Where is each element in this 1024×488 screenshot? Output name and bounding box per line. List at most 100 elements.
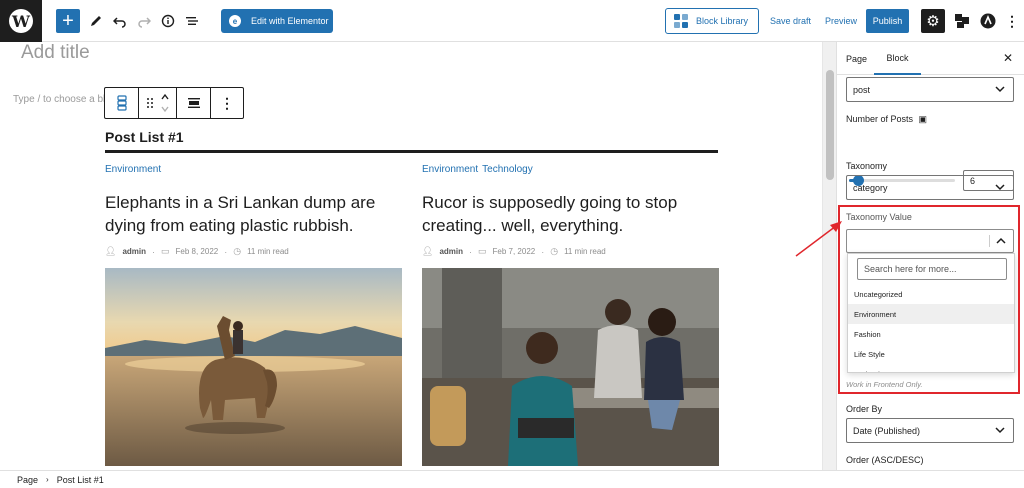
order-label: Order (ASC/DESC) (846, 455, 924, 465)
order-by-label: Order By (846, 404, 883, 414)
desktop-icon: ▣ (918, 114, 928, 124)
block-inserter-button[interactable]: + (56, 9, 80, 33)
plugin-button[interactable] (976, 9, 1000, 33)
post-list-heading: Post List #1 (105, 129, 184, 145)
post-thumbnail-students[interactable] (422, 268, 719, 466)
number-of-posts-text: Number of Posts (846, 114, 914, 124)
taxonomy-value: category (853, 182, 888, 193)
tab-block[interactable]: Block (874, 42, 921, 75)
post-author[interactable]: admin (439, 247, 463, 256)
separator-dot: · (152, 246, 155, 257)
block-options-button[interactable]: ⋮ (211, 88, 243, 118)
post-list-block-icon (116, 95, 127, 111)
edit-with-elementor-button[interactable]: e Edit with Elementor (221, 9, 333, 33)
order-by-value: Date (Published) (853, 425, 921, 436)
canvas-scrollbar[interactable] (822, 42, 836, 470)
post-title[interactable]: Rucor is supposedly going to stop creati… (422, 191, 712, 237)
undo-icon (113, 17, 126, 28)
post-meta: 👤︎ admin · ▭ Feb 8, 2022 · ◷ 11 min read (105, 246, 402, 257)
elephant-photo (105, 268, 402, 466)
more-vertical-icon: ⋮ (1005, 12, 1019, 29)
calendar-icon: ▭ (161, 246, 170, 256)
calendar-icon: ▭ (478, 246, 487, 256)
post-date: Feb 7, 2022 (492, 247, 536, 256)
order-by-select[interactable]: Date (Published) (846, 418, 1014, 443)
post-title[interactable]: Elephants in a Sri Lankan dump are dying… (105, 191, 395, 237)
heading-divider (105, 150, 718, 153)
post-read-time: 11 min read (247, 247, 289, 256)
pencil-icon (91, 16, 101, 26)
post-categories: Environment Technology (422, 164, 719, 178)
elementor-templates-button[interactable] (950, 9, 974, 33)
post-card: Environment Elephants in a Sri Lankan du… (105, 164, 402, 257)
students-photo (422, 268, 719, 466)
user-icon: 👤︎ (422, 246, 434, 256)
redo-button[interactable] (132, 9, 156, 33)
category-link[interactable]: Technology (482, 164, 533, 175)
plus-icon: + (62, 10, 74, 32)
block-library-label: Block Library (696, 16, 749, 26)
post-date: Feb 8, 2022 (175, 247, 219, 256)
edit-with-elementor-label: Edit with Elementor (251, 16, 329, 26)
separator-dot: · (224, 246, 228, 257)
redo-icon (138, 17, 151, 28)
undo-button[interactable] (108, 9, 132, 33)
user-icon: 👤︎ (105, 246, 117, 256)
tools-button[interactable] (84, 9, 108, 33)
block-type-button[interactable] (105, 88, 139, 118)
wordpress-logo-button[interactable]: W (0, 0, 42, 42)
editor-canvas: Add title Type / to choose a block ⋮ Pos… (0, 42, 822, 470)
move-up-down-icon[interactable] (160, 92, 170, 114)
block-library-icon (674, 14, 688, 28)
block-hint: Type / to choose a block (13, 94, 105, 105)
post-card: Environment Technology Rucor is supposedl… (422, 164, 719, 257)
post-meta: 👤︎ admin · ▭ Feb 7, 2022 · ◷ 11 min read (422, 246, 719, 257)
preview-link[interactable]: Preview (825, 16, 857, 26)
align-wide-icon (187, 98, 200, 108)
post-read-time: 11 min read (564, 247, 606, 256)
clock-icon: ◷ (233, 246, 242, 256)
breadcrumb-page[interactable]: Page (17, 475, 38, 485)
save-draft-link[interactable]: Save draft (770, 16, 811, 26)
info-icon (161, 14, 175, 28)
list-view-button[interactable] (180, 9, 204, 33)
editor-top-toolbar: W + e Edit with Elementor Block Library … (0, 0, 1024, 42)
drag-handle-icon[interactable] (146, 97, 154, 109)
options-menu-button[interactable]: ⋮ (1000, 9, 1024, 33)
taxonomy-label: Taxonomy (846, 161, 888, 171)
chevron-down-icon (995, 86, 1005, 93)
settings-button[interactable]: ⚙ (921, 9, 945, 33)
templates-icon (955, 14, 969, 28)
move-controls (139, 88, 177, 118)
block-toolbar: ⋮ (104, 87, 244, 119)
category-link[interactable]: Environment (105, 164, 161, 175)
category-link[interactable]: Environment (422, 164, 478, 175)
clock-icon: ◷ (550, 246, 559, 256)
publish-button[interactable]: Publish (866, 9, 909, 33)
number-of-posts-label: Number of Posts ▣ (846, 114, 927, 125)
list-view-icon (186, 17, 198, 25)
post-author[interactable]: admin (122, 247, 146, 256)
separator-dot: · (541, 246, 545, 257)
details-button[interactable] (156, 9, 180, 33)
post-type-select[interactable]: post (846, 77, 1014, 102)
title-placeholder[interactable]: Add title (21, 42, 90, 64)
scrollbar-thumb[interactable] (826, 70, 834, 180)
block-breadcrumb: Page › Post List #1 (0, 470, 1024, 488)
sidebar-tabs: Page Block ✕ (837, 42, 1024, 75)
close-icon[interactable]: ✕ (1003, 51, 1013, 65)
elementor-icon: e (229, 15, 241, 27)
more-vertical-icon: ⋮ (220, 94, 234, 111)
post-type-value: post (853, 84, 871, 95)
post-categories: Environment (105, 164, 402, 178)
post-thumbnail-elephant[interactable] (105, 268, 402, 466)
gear-icon: ⚙ (926, 13, 940, 30)
tab-page[interactable]: Page (846, 42, 867, 75)
align-button[interactable] (177, 88, 211, 118)
wordpress-icon: W (9, 9, 33, 33)
breadcrumb-post-list[interactable]: Post List #1 (57, 475, 104, 485)
block-library-button[interactable]: Block Library (665, 8, 759, 34)
chevron-down-icon (995, 184, 1005, 191)
taxonomy-select[interactable]: category (846, 175, 1014, 200)
chevron-right-icon: › (46, 475, 49, 484)
